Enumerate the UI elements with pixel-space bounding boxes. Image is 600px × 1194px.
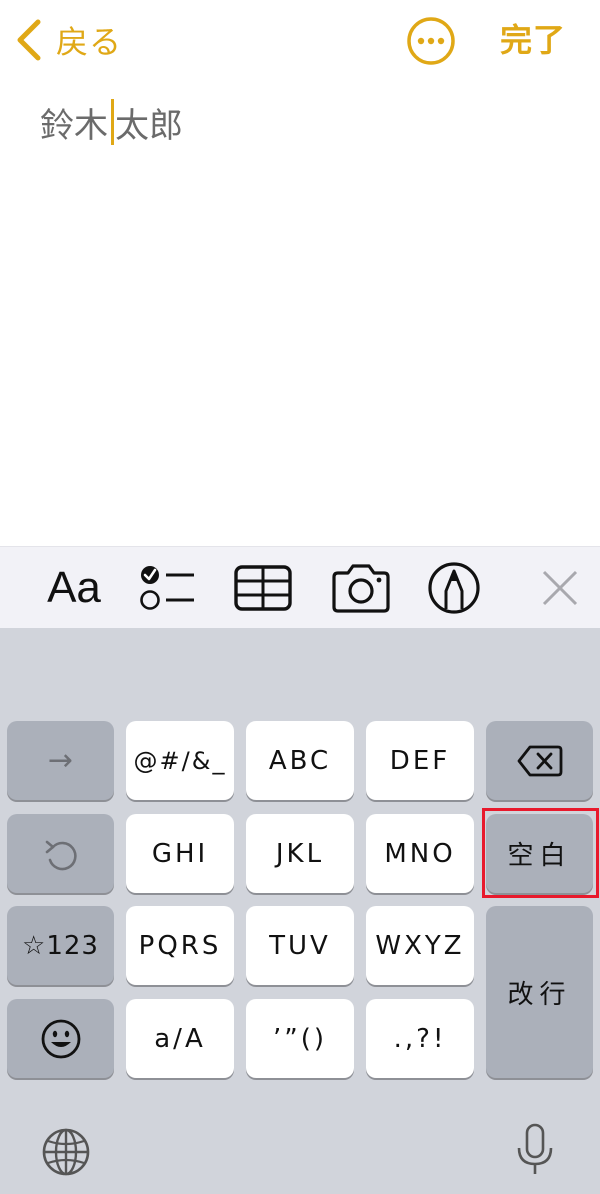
- quotes-parens-key[interactable]: ’”(): [246, 999, 354, 1078]
- text-caret: [111, 99, 114, 145]
- abc-key[interactable]: ABC: [246, 721, 354, 800]
- cursor-right-key[interactable]: →: [7, 721, 114, 800]
- table-icon[interactable]: [232, 559, 294, 617]
- done-button[interactable]: 完了: [500, 14, 566, 66]
- note-text-before-caret: 鈴木: [40, 105, 108, 146]
- undo-key[interactable]: [7, 814, 114, 893]
- delete-key[interactable]: [486, 721, 593, 800]
- back-label: 戻る: [56, 23, 123, 61]
- pqrs-key[interactable]: PQRS: [126, 906, 234, 985]
- return-key[interactable]: 改行: [486, 906, 593, 1078]
- space-key-highlight: [482, 808, 599, 898]
- note-text-area[interactable]: 鈴木 太郎: [40, 96, 183, 148]
- tuv-key[interactable]: TUV: [246, 906, 354, 985]
- navigation-bar: 戻る 完了: [0, 0, 600, 82]
- undo-icon: [45, 840, 77, 870]
- more-options-icon[interactable]: [406, 16, 456, 66]
- cursor-right-label: →: [47, 743, 74, 778]
- punctuation-key[interactable]: .,?!: [366, 999, 474, 1078]
- symbol-key[interactable]: @#/&_: [126, 721, 234, 800]
- japanese-flick-keyboard: → @#/&_ ABC DEF GHI JKL MNO 空白 ☆123 PQRS…: [0, 628, 600, 1194]
- back-button[interactable]: 戻る: [14, 14, 122, 66]
- format-text-button[interactable]: Aa: [38, 559, 110, 617]
- globe-icon[interactable]: [40, 1126, 92, 1178]
- close-icon[interactable]: [538, 559, 582, 617]
- checklist-icon[interactable]: [138, 559, 198, 617]
- wxyz-key[interactable]: WXYZ: [366, 906, 474, 985]
- emoji-key[interactable]: [7, 999, 114, 1078]
- def-key[interactable]: DEF: [366, 721, 474, 800]
- numbers-key[interactable]: ☆123: [7, 906, 114, 985]
- mno-key[interactable]: MNO: [366, 814, 474, 893]
- jkl-key[interactable]: JKL: [246, 814, 354, 893]
- delete-icon: [517, 745, 562, 776]
- case-toggle-key[interactable]: a/A: [126, 999, 234, 1078]
- camera-icon[interactable]: [328, 559, 394, 617]
- markup-pen-icon[interactable]: [426, 559, 482, 617]
- chevron-left-icon: [17, 19, 41, 61]
- ghi-key[interactable]: GHI: [126, 814, 234, 893]
- emoji-icon: [41, 1019, 80, 1058]
- note-text-after-caret: 太郎: [115, 105, 183, 146]
- microphone-icon[interactable]: [514, 1122, 556, 1178]
- format-toolbar: Aa: [0, 546, 600, 628]
